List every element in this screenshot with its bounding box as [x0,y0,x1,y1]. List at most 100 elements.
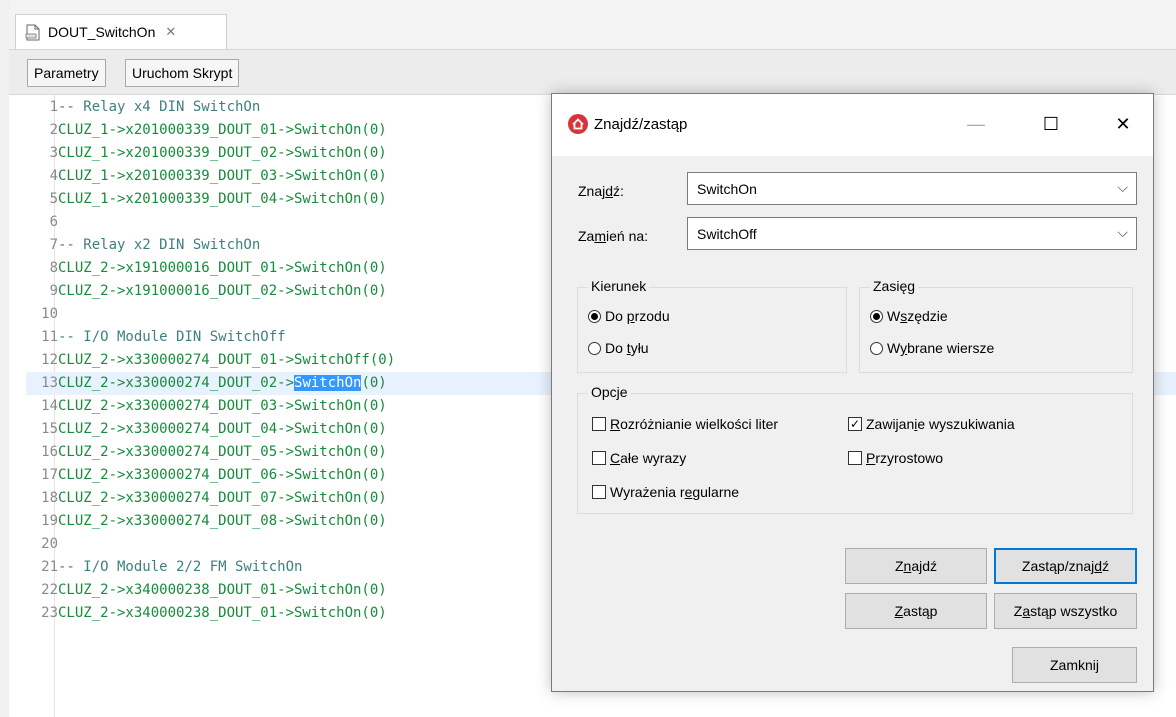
line-number: 5 [49,191,58,207]
close-window-icon[interactable]: ✕ [1103,110,1143,138]
code-line: 3CLUZ_1->x201000339_DOUT_02->SwitchOn(0) [26,142,387,165]
code-line: 4CLUZ_1->x201000339_DOUT_03->SwitchOn(0) [26,165,387,188]
find-label: Znajdź: [578,183,624,199]
find-combobox[interactable]: SwitchOn ⌵ [687,172,1137,205]
line-text: -- Relay x4 DIN SwitchOn [58,99,261,115]
line-number: 15 [41,421,58,437]
line-number: 22 [41,582,58,598]
selected-lines-radio[interactable]: Wybrane wiersze [870,340,994,356]
replace-button[interactable]: Zastąp [845,593,987,629]
line-text: CLUZ_2->x330000274_DOUT_06->SwitchOn(0) [58,467,387,483]
code-line: 20 [26,533,58,556]
line-number: 14 [41,398,58,414]
editor-tab-bar: DOUT_SwitchOn ✕ [9,0,1176,50]
checkbox-icon [592,451,606,465]
line-number: 20 [41,536,58,552]
close-icon[interactable]: ✕ [165,24,176,40]
maximize-icon[interactable]: ☐ [1031,110,1071,138]
scope-legend: Zasięg [870,278,919,294]
incremental-checkbox[interactable]: Przyrostowo [848,450,943,466]
line-number: 21 [41,559,58,575]
replace-all-button[interactable]: Za stąp wszystko [994,593,1137,629]
regex-checkbox[interactable]: Wyrażenia regularne [592,484,739,500]
code-line: 9CLUZ_2->x191000016_DOUT_02->SwitchOn(0) [26,280,387,303]
line-number: 13 [41,375,58,391]
code-line: 1-- Relay x4 DIN SwitchOn [26,96,261,119]
code-line: 13CLUZ_2->x330000274_DOUT_02->SwitchOn(0… [26,372,387,395]
options-group: Opcje Rozróżnianie wielkości liter Całe … [577,384,1133,514]
line-number: 17 [41,467,58,483]
line-number: 11 [41,329,58,345]
tab-dout-switchon[interactable]: DOUT_SwitchOn ✕ [15,14,227,49]
code-line: 11-- I/O Module DIN SwitchOff [26,326,286,349]
minimize-icon[interactable]: — [956,110,996,138]
radio-icon [870,341,883,355]
selected-text: SwitchOn [294,375,362,391]
forward-radio[interactable]: Do przodu [588,308,670,324]
checkbox-icon [592,485,606,499]
whole-words-checkbox[interactable]: Całe wyrazy [592,450,686,466]
line-text: CLUZ_2->x330000274_DOUT_03->SwitchOn(0) [58,398,387,414]
line-text: CLUZ_2->x340000238_DOUT_01->SwitchOn(0) [58,605,387,621]
everywhere-radio[interactable]: Wszędzie [870,308,948,324]
code-line: 15CLUZ_2->x330000274_DOUT_04->SwitchOn(0… [26,418,387,441]
line-number: 16 [41,444,58,460]
line-text: CLUZ_2->x191000016_DOUT_01->SwitchOn(0) [58,260,387,276]
whole-words-label: Całe wyrazy [610,450,687,466]
uruchom-skrypt-button[interactable]: Uruchom Skrypt [125,59,240,87]
dialog-titlebar[interactable]: Znajdź/zastąp — ☐ ✕ [552,94,1153,156]
radio-icon [870,309,883,323]
code-line: 12CLUZ_2->x330000274_DOUT_01->SwitchOff(… [26,349,395,372]
checkbox-icon [848,451,862,465]
case-sensitive-checkbox[interactable]: Rozróżnianie wielkości liter [592,416,778,432]
script-toolbar: Parametry Uruchom Skrypt [9,50,1176,95]
code-line: 6 [26,211,58,234]
code-line: 7-- Relay x2 DIN SwitchOn [26,234,261,257]
code-line: 5CLUZ_1->x201000339_DOUT_04->SwitchOn(0) [26,188,387,211]
line-text: CLUZ_1->x201000339_DOUT_01->SwitchOn(0) [58,122,387,138]
wrap-search-label: Zawijanie wyszukiwania [866,416,1015,432]
wrap-search-checkbox[interactable]: ✓ Zawijanie wyszukiwania [848,416,1015,432]
line-text: CLUZ_1->x201000339_DOUT_03->SwitchOn(0) [58,168,387,184]
line-number: 19 [41,513,58,529]
parametry-button[interactable]: Parametry [27,59,106,87]
line-text: CLUZ_2->x330000274_DOUT_02->SwitchOn(0) [58,375,387,391]
replace-find-button[interactable]: Zastąp/znaj d ź [994,548,1137,584]
checkmark-icon: ✓ [848,417,862,431]
line-number: 6 [49,214,58,230]
code-line: 21-- I/O Module 2/2 FM SwitchOn [26,556,302,579]
radio-icon [588,341,601,355]
everywhere-label: Wszędzie [887,308,948,324]
code-line: 16CLUZ_2->x330000274_DOUT_05->SwitchOn(0… [26,441,387,464]
line-number: 4 [49,168,58,184]
replace-value: SwitchOff [697,225,757,242]
dialog-title: Znajdź/zastąp [594,116,688,133]
find-value: SwitchOn [697,180,757,197]
line-number: 2 [49,122,58,138]
chevron-down-icon[interactable]: ⌵ [1117,224,1128,241]
line-text: CLUZ_2->x330000274_DOUT_08->SwitchOn(0) [58,513,387,529]
replace-combobox[interactable]: SwitchOff ⌵ [687,217,1137,250]
code-line: 2CLUZ_1->x201000339_DOUT_01->SwitchOn(0) [26,119,387,142]
line-text: -- I/O Module 2/2 FM SwitchOn [58,559,303,575]
checkbox-icon [592,417,606,431]
chevron-down-icon[interactable]: ⌵ [1117,179,1128,196]
scope-group: Zasięg Wszędzie Wybrane wiersze [859,278,1133,373]
backward-radio[interactable]: Do tyłu [588,340,649,356]
options-legend: Opcje [588,384,631,400]
line-number: 8 [49,260,58,276]
code-line: 19CLUZ_2->x330000274_DOUT_08->SwitchOn(0… [26,510,387,533]
direction-legend: Kierunek [588,278,650,294]
find-button[interactable]: Zn ajdź [845,548,987,584]
line-number: 1 [49,99,58,115]
line-text: -- Relay x2 DIN SwitchOn [58,237,261,253]
selected-lines-label: Wybrane wiersze [887,340,995,356]
line-text: -- I/O Module DIN SwitchOff [58,329,286,345]
code-line: 10 [26,303,58,326]
line-number: 23 [41,605,58,621]
file-icon [24,23,42,41]
line-number: 12 [41,352,58,368]
incremental-label: Przyrostowo [866,450,944,466]
close-button[interactable]: Zamknij [1012,647,1137,683]
forward-label: Do przodu [605,308,670,324]
